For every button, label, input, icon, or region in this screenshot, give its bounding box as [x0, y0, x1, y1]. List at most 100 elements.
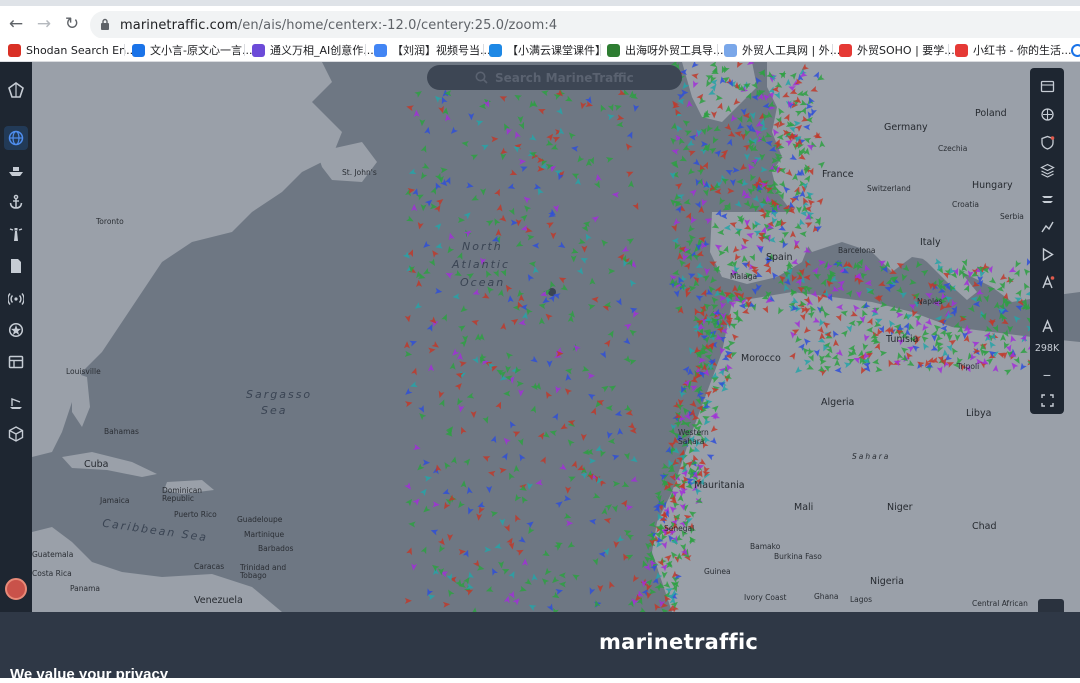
map-label-hungary: Hungary [972, 180, 1013, 191]
filter-shield-icon[interactable] [1035, 130, 1059, 154]
bookmark-xiaohongshu[interactable]: 小红书 - 你的生活... [955, 41, 1071, 59]
ship-icon[interactable] [4, 158, 28, 182]
map-label-ghana: Ghana [814, 592, 839, 601]
map-label-czechia: Czechia [938, 144, 968, 153]
bookmark-divider [832, 44, 833, 56]
bookmarks-bar: Shodan Search En... 文小言-原文心一言... 通义万相_AI… [0, 38, 1080, 62]
map-label-st-johns: St. John's [342, 168, 377, 177]
zoom-out-button[interactable]: − [1035, 367, 1059, 383]
reload-icon[interactable]: ↻ [62, 14, 82, 34]
bookmark-tongyi[interactable]: 通义万相_AI创意作... [252, 41, 374, 59]
document-icon[interactable] [4, 254, 28, 278]
bookmark-liurun[interactable]: 【刘润】视频号当... [374, 41, 491, 59]
map-label-bahamas: Bahamas [104, 427, 139, 436]
bookmark-wenxiaoyan[interactable]: 文小言-原文心一言... [132, 41, 252, 59]
shodan-icon [8, 43, 21, 57]
map-label-puerto-rico: Puerto Rico [174, 510, 217, 519]
map-label-dominican-republic: Dominican Republic [162, 486, 203, 503]
map-label-malaga: Malaga [730, 272, 758, 281]
map-label-barbados: Barbados [258, 544, 294, 553]
map-label-algeria: Algeria [821, 397, 855, 408]
user-avatar[interactable] [5, 578, 27, 600]
map-label-trinidad: Trinidad and Tobago [240, 563, 287, 580]
fleet-icon[interactable] [1035, 186, 1059, 210]
map-label-libya: Libya [966, 408, 992, 419]
map-label-ivory-coast: Ivory Coast [744, 593, 787, 602]
anchor-icon[interactable] [4, 190, 28, 214]
map-label-morocco: Morocco [741, 353, 781, 364]
map-label-poland: Poland [975, 108, 1007, 119]
ocean-label-north: North [462, 240, 503, 253]
vessel-map[interactable]: Germany Poland France Czechia Hungary Sw… [32, 62, 1080, 612]
map-label-italy: Italy [920, 237, 941, 248]
bookmark-label: 【小满云课堂课件】 [507, 44, 606, 57]
weather-icon[interactable] [1035, 102, 1059, 126]
map-label-mauritania: Mauritania [694, 480, 745, 491]
lighthouse-icon[interactable] [4, 222, 28, 246]
map-label-central-african: Central African [972, 599, 1028, 608]
cookie-consent-banner: marinetraffic We value your privacy [0, 612, 1080, 683]
map-layers-icon[interactable] [1035, 74, 1059, 98]
compass-icon[interactable] [1035, 314, 1059, 338]
bookmark-divider [124, 44, 125, 56]
map-label-panama: Panama [70, 584, 101, 593]
play-icon[interactable] [1035, 242, 1059, 266]
stack-icon[interactable] [1035, 158, 1059, 182]
marinetraffic-app: Germany Poland France Czechia Hungary Sw… [0, 62, 1080, 612]
search-placeholder: Search MarineTraffic [495, 70, 634, 85]
globe-map-icon[interactable] [4, 126, 28, 150]
fullscreen-icon[interactable] [1035, 388, 1059, 412]
browser-toolbar: ← → ↻ marinetraffic.com/en/ais/home/cent… [0, 0, 1080, 39]
map-label-nigeria: Nigeria [870, 576, 904, 587]
xiaohongshu-icon [955, 43, 968, 57]
map-label-venezuela: Venezuela [194, 595, 243, 606]
search-icon [475, 71, 488, 84]
brand-logo: marinetraffic [599, 630, 759, 654]
map-attribution-toggle[interactable] [1038, 599, 1064, 612]
map-label-jamaica: Jamaica [100, 496, 130, 505]
privacy-heading: We value your privacy [10, 666, 169, 683]
bookmark-soho[interactable]: 外贸SOHO | 要学... [839, 41, 955, 59]
wenxiaoyan-icon [132, 43, 145, 57]
map-label-croatia: Croatia [952, 200, 979, 209]
bookmark-waimao[interactable]: 外贸人工具网 | 外... [724, 41, 840, 59]
left-sidebar [0, 62, 32, 612]
waimao-icon [724, 43, 737, 57]
globe-icon [1071, 43, 1080, 57]
helm-icon[interactable] [4, 318, 28, 342]
bookmark-label: 外贸人工具网 | 外... [742, 44, 841, 57]
vessel-count: 298K [1034, 343, 1060, 354]
bookmark-label: 文小言-原文心一言... [150, 44, 253, 57]
map-label-martinique: Martinique [244, 530, 285, 539]
soho-icon [839, 43, 852, 57]
map-label-lagos: Lagos [850, 595, 873, 604]
map-label-tripoli: Tripoli [957, 362, 980, 371]
search-bar[interactable]: Search MarineTraffic [427, 65, 682, 90]
cube-icon[interactable] [4, 422, 28, 446]
address-bar[interactable]: marinetraffic.com/en/ais/home/centerx:-1… [90, 11, 1080, 39]
bookmark-label: 通义万相_AI创意作... [270, 44, 374, 57]
bookmark-shodan[interactable]: Shodan Search En... [8, 41, 137, 59]
port-crane-icon[interactable] [4, 390, 28, 414]
map-label-niger: Niger [887, 502, 913, 513]
table-icon[interactable] [4, 350, 28, 374]
liurun-icon [374, 43, 387, 57]
bookmark-label: 小红书 - 你的生活... [973, 44, 1072, 57]
measure-icon[interactable] [1035, 270, 1059, 294]
map-label-sahara: Sahara [852, 452, 891, 461]
signal-icon[interactable] [4, 286, 28, 310]
map-label-toronto: Toronto [96, 217, 124, 226]
bookmark-label: 【刘润】视频号当... [392, 44, 491, 57]
forward-arrow-icon[interactable]: → [34, 14, 54, 34]
logo-icon[interactable] [4, 78, 28, 102]
bookmark-divider [948, 44, 949, 56]
map-label-naples: Naples [917, 297, 943, 306]
back-arrow-icon[interactable]: ← [6, 14, 26, 34]
bookmark-globe[interactable] [1071, 41, 1080, 59]
bookmark-chuhaiya[interactable]: 出海呀外贸工具导... [607, 41, 724, 59]
ocean-label-sargasso: Sargasso [246, 388, 313, 401]
map-label-costa-rica: Costa Rica [32, 569, 72, 578]
tracking-icon[interactable] [1035, 214, 1059, 238]
map-label-caracas: Caracas [194, 562, 225, 571]
bookmark-xiaoman[interactable]: 【小满云课堂课件】 [489, 41, 606, 59]
